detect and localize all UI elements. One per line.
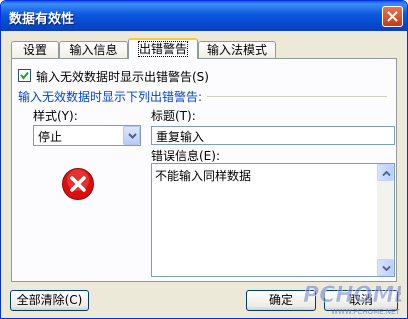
error-alert-group-label: 输入无效数据时显示下列出错警告: — [18, 90, 203, 104]
close-button[interactable] — [382, 6, 403, 27]
tab-settings-label: 设置 — [22, 43, 47, 57]
tab-input-message[interactable]: 输入信息 — [59, 41, 128, 59]
svg-text:PCHOME: PCHOME — [303, 283, 401, 308]
title-input-value: 重复输入 — [156, 130, 205, 144]
tab-ime-mode-label: 输入法模式 — [206, 43, 267, 57]
title-input[interactable]: 重复输入 — [151, 126, 395, 145]
tab-input-message-label: 输入信息 — [69, 43, 118, 57]
vertical-scrollbar[interactable] — [377, 164, 394, 276]
tab-ime-mode[interactable]: 输入法模式 — [198, 41, 276, 59]
close-icon — [387, 11, 398, 22]
error-alert-panel: 输入无效数据时显示出错警告(S) 输入无效数据时显示下列出错警告: 样式(Y):… — [11, 58, 397, 282]
message-label: 错误信息(E): — [151, 149, 220, 163]
clear-all-button[interactable]: 全部清除(C) — [10, 290, 89, 311]
svg-text:WWW.PCHOME.NET: WWW.PCHOME.NET — [331, 308, 400, 316]
show-error-alert-checkbox[interactable] — [18, 69, 31, 82]
scroll-up-arrow-icon — [382, 171, 391, 176]
error-stop-icon — [62, 168, 94, 200]
error-message-textarea[interactable]: 不能输入同样数据 — [151, 163, 395, 277]
window-title: 数据有效性 — [9, 12, 75, 27]
title-label: 标题(T): — [151, 109, 196, 123]
group-separator — [207, 96, 387, 97]
data-validation-dialog: 数据有效性 设置 输入信息 出错警告 输入法模式 输入无效数据时显示出错警告(S… — [0, 0, 408, 319]
checkmark-icon — [20, 71, 29, 80]
show-error-alert-label[interactable]: 输入无效数据时显示出错警告(S) — [36, 68, 209, 85]
scroll-up-button[interactable] — [377, 164, 394, 181]
chevron-down-icon — [128, 133, 137, 139]
tab-error-alert-label: 出错警告 — [137, 41, 189, 57]
title-bar[interactable]: 数据有效性 — [1, 1, 407, 31]
style-dropdown-button[interactable] — [123, 126, 140, 145]
error-message-value: 不能输入同样数据 — [155, 169, 252, 183]
tab-error-alert[interactable]: 出错警告 — [128, 38, 198, 59]
style-label: 样式(Y): — [33, 109, 78, 123]
pchome-watermark: PCHOME WWW.PCHOME.NET — [303, 283, 401, 316]
style-dropdown[interactable]: 停止 — [33, 125, 141, 146]
tab-settings[interactable]: 设置 — [11, 41, 59, 59]
style-selected-value: 停止 — [38, 130, 63, 144]
